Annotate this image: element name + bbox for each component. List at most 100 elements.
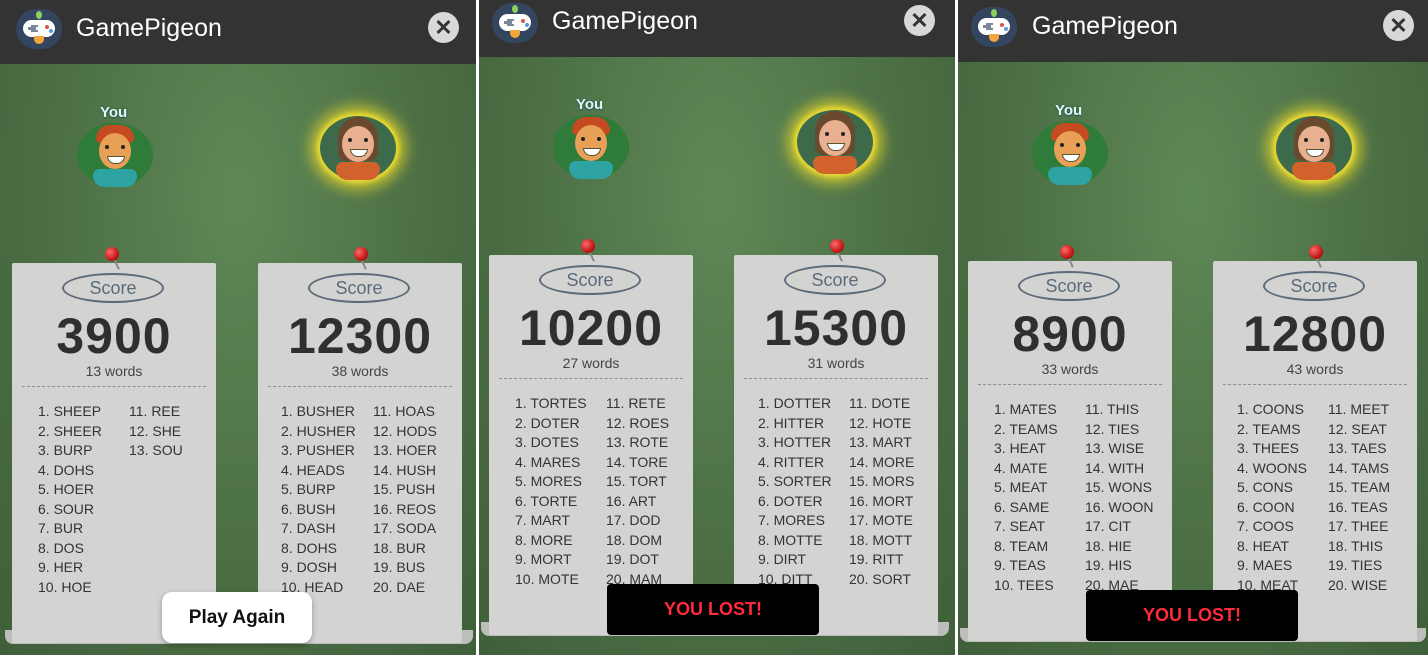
- word-item: 8. MORE: [515, 531, 573, 548]
- close-button[interactable]: ✕: [428, 12, 459, 43]
- word-list-column-2: 11. HOAS 12. HODS 13. HOER 14. HUSH 15. …: [373, 403, 437, 598]
- word-item: 1. DOTTER: [758, 395, 832, 411]
- word-item: 3. THEES: [1237, 440, 1299, 456]
- word-item: 16. ART: [606, 492, 657, 509]
- word-item: 6. DOTER: [758, 492, 823, 509]
- word-item: 14. WITH: [1085, 459, 1145, 476]
- word-item: 12. TIES: [1085, 420, 1140, 437]
- word-item: 2. HUSHER: [281, 422, 356, 439]
- word-item: 16. MORT: [849, 492, 914, 509]
- word-item: 3. DOTES: [515, 434, 579, 450]
- score-value: 10200: [518, 300, 664, 356]
- word-item: 15. WONS: [1085, 479, 1152, 495]
- score-value: 3900: [56, 308, 172, 364]
- word-item: 17. DOD: [606, 512, 661, 528]
- word-item: 17. CIT: [1085, 518, 1131, 534]
- word-item: 5. MEAT: [994, 479, 1048, 495]
- opponent-avatar: [1276, 116, 1352, 180]
- word-item: 4. WOONS: [1237, 459, 1308, 476]
- play-again-button[interactable]: Play Again: [162, 592, 312, 643]
- word-list-column-1: 1. COONS 2. TEAMS 3. THEES 4. WOONS 5. C…: [1237, 401, 1307, 596]
- word-item: 10. TEES: [994, 576, 1054, 593]
- word-item: 15. PUSH: [373, 481, 436, 497]
- app-title: GamePigeon: [1032, 12, 1178, 40]
- word-item: 7. DASH: [281, 520, 336, 536]
- pushpin-icon: [1060, 245, 1074, 259]
- word-item: 3. BURP: [38, 442, 93, 458]
- word-item: 2. HITTER: [758, 414, 825, 431]
- word-item: 7. MART: [515, 512, 570, 528]
- opponent-score-sheet: Score 12300 38 words 1. BUSHER 2. HUSHER…: [258, 263, 462, 643]
- word-item: 7. BUR: [38, 520, 84, 536]
- word-item: 14. HUSH: [373, 461, 437, 478]
- close-button[interactable]: ✕: [904, 5, 935, 36]
- divider: [268, 386, 452, 387]
- pushpin-icon: [1309, 245, 1323, 259]
- word-item: 16. TEAS: [1328, 498, 1388, 515]
- word-item: 12. SEAT: [1328, 420, 1387, 437]
- word-item: 15. TORT: [606, 473, 667, 489]
- score-label: Score: [1018, 271, 1120, 301]
- score-value: 8900: [1012, 306, 1128, 362]
- word-item: 12. HODS: [373, 422, 437, 439]
- game-panel-2: GamePigeon ✕ You Score 10200 27 words 1.…: [479, 0, 955, 655]
- word-item: 1. SHEEP: [38, 403, 102, 419]
- divider: [22, 386, 206, 387]
- word-item: 13. TAES: [1328, 440, 1387, 456]
- word-item: 5. CONS: [1237, 479, 1294, 495]
- word-item: 19. HIS: [1085, 557, 1132, 573]
- opponent-score-sheet: Score 12800 43 words 1. COONS 2. TEAMS 3…: [1213, 261, 1417, 641]
- word-item: 8. DOS: [38, 539, 84, 556]
- title-bar: GamePigeon ✕: [958, 0, 1428, 62]
- opponent-avatar: [320, 116, 396, 180]
- score-value: 15300: [763, 300, 909, 356]
- score-value: 12300: [287, 308, 433, 364]
- word-count: 31 words: [807, 355, 865, 371]
- word-item: 9. TEAS: [994, 557, 1046, 573]
- pushpin-icon: [354, 247, 368, 261]
- word-item: 6. TORTE: [515, 492, 578, 509]
- word-item: 20. DAE: [373, 578, 426, 595]
- word-list-column-2: 11. REE 12. SHE 13. SOU: [129, 403, 183, 462]
- score-value: 12800: [1242, 306, 1388, 362]
- word-list-column-2: 11. MEET 12. SEAT 13. TAES 14. TAMS 15. …: [1328, 401, 1390, 596]
- you-label: You: [100, 104, 128, 121]
- word-list-column-1: 1. DOTTER 2. HITTER 3. HOTTER 4. RITTER …: [758, 395, 832, 590]
- pushpin-icon: [830, 239, 844, 253]
- you-label: You: [1055, 102, 1083, 119]
- word-item: 4. MATE: [994, 459, 1048, 476]
- word-item: 11. HOAS: [373, 403, 435, 419]
- word-item: 5. BURP: [281, 481, 336, 497]
- word-item: 4. HEADS: [281, 461, 345, 478]
- pushpin-icon: [581, 239, 595, 253]
- word-item: 3. HEAT: [994, 440, 1046, 456]
- word-list-column-2: 11. RETE 12. ROES 13. ROTE 14. TORE 15. …: [606, 395, 669, 590]
- word-item: 12. SHE: [129, 422, 182, 439]
- word-item: 5. HOER: [38, 481, 95, 497]
- word-item: 1. TORTES: [515, 395, 587, 411]
- word-count: 13 words: [85, 363, 143, 379]
- word-item: 6. BUSH: [281, 500, 336, 517]
- word-item: 9. HER: [38, 559, 84, 575]
- score-label: Score: [784, 265, 886, 295]
- word-item: 18. MOTT: [849, 531, 913, 548]
- word-item: 19. DOT: [606, 551, 659, 567]
- word-item: 13. WISE: [1085, 440, 1145, 456]
- word-item: 11. DOTE: [849, 395, 911, 411]
- word-item: 6. SOUR: [38, 500, 95, 517]
- word-count: 43 words: [1286, 361, 1344, 377]
- word-item: 5. SORTER: [758, 473, 832, 489]
- game-panel-1: GamePigeon ✕ You Score 3900 13 words 1. …: [0, 0, 476, 655]
- word-item: 13. SOU: [129, 442, 183, 458]
- divider: [1223, 384, 1407, 385]
- word-item: 14. MORE: [849, 453, 915, 470]
- opponent-avatar: [797, 110, 873, 174]
- divider: [499, 378, 683, 379]
- close-button[interactable]: ✕: [1383, 10, 1414, 41]
- word-item: 5. MORES: [515, 473, 582, 489]
- word-item: 17. THEE: [1328, 518, 1389, 534]
- score-label: Score: [62, 273, 164, 303]
- game-panel-3: GamePigeon ✕ You Score 8900 33 words 1. …: [958, 0, 1428, 655]
- word-item: 19. BUS: [373, 559, 426, 575]
- word-item: 3. HOTTER: [758, 434, 832, 450]
